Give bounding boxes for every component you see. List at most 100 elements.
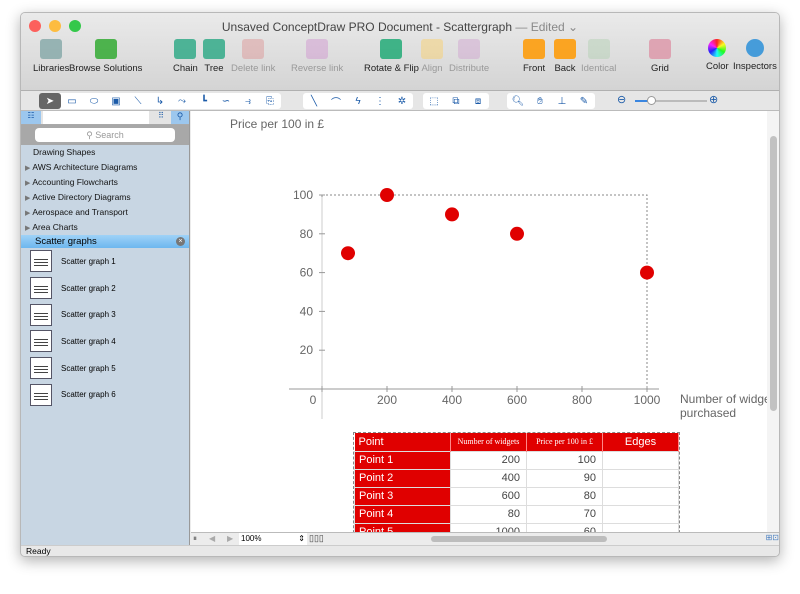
line-tool-icon[interactable]: ╲ [303, 93, 325, 109]
table-header[interactable]: Number of widgets [450, 433, 527, 451]
vertical-scrollbar[interactable] [767, 111, 779, 545]
drawing-canvas[interactable]: Price per 100 in £ Number of widgetspurch… [191, 111, 767, 545]
table-cell[interactable] [602, 450, 679, 470]
identical-button[interactable]: Identical [581, 39, 616, 74]
distribute-button[interactable]: Distribute [449, 39, 489, 74]
library-category[interactable]: ▶ Accounting Flowcharts [21, 175, 189, 190]
table-header[interactable]: Edges [602, 433, 679, 451]
connector-tool-icon[interactable]: ⟍ [127, 93, 149, 109]
rectangle-tool-icon[interactable]: ▭ [61, 93, 83, 109]
freehand-tool-icon[interactable]: ✲ [391, 93, 413, 109]
next-page-icon[interactable]: ▶ [227, 534, 233, 543]
library-item[interactable]: Scatter graph 2 [21, 275, 189, 302]
library-item[interactable]: Scatter graph 3 [21, 301, 189, 328]
library-category[interactable]: ▶ AWS Architecture Diagrams [21, 160, 189, 175]
disclosure-triangle-icon[interactable]: ▶ [25, 165, 30, 172]
table-cell[interactable]: 90 [526, 468, 603, 488]
arc-tool-icon[interactable]: ⌒ [325, 93, 347, 109]
tree-button[interactable]: Tree [203, 39, 225, 74]
table-cell[interactable] [602, 486, 679, 506]
libraries-button[interactable]: Libraries [33, 39, 69, 74]
zoom-select[interactable]: 100% ⇕ [239, 533, 307, 545]
data-point[interactable] [445, 207, 459, 222]
ellipse-tool-icon[interactable]: ⬭ [83, 93, 105, 109]
vertical-scroll-thumb[interactable] [770, 136, 777, 411]
data-point[interactable] [380, 188, 394, 202]
library-search-input[interactable]: ⚲ Search [35, 128, 175, 142]
table-cell[interactable]: 600 [450, 486, 527, 506]
close-library-icon[interactable]: × [176, 237, 185, 246]
tree-view-icon[interactable]: ☷ [21, 111, 41, 124]
library-item[interactable]: Scatter graph 5 [21, 355, 189, 382]
table-cell[interactable]: 100 [526, 450, 603, 470]
back-button[interactable]: Back [554, 39, 576, 74]
bezier-tool-icon[interactable]: ϟ [347, 93, 369, 109]
zoom-slider[interactable] [635, 96, 707, 105]
table-cell[interactable]: Point 1 [354, 450, 451, 470]
table-header[interactable]: Point [354, 433, 451, 451]
arc-connector-icon[interactable]: ↳ [149, 93, 171, 109]
disclosure-triangle-icon[interactable]: ▶ [25, 195, 30, 202]
curved-connector-icon[interactable]: ∽ [215, 93, 237, 109]
chain-button[interactable]: Chain [173, 39, 198, 74]
text-box-tool-icon[interactable]: ▣ [105, 93, 127, 109]
grid-view-icon[interactable]: ⠿ [151, 111, 171, 124]
front-button[interactable]: Front [523, 39, 545, 74]
inspectors-button[interactable]: Inspectors [733, 39, 777, 72]
data-point[interactable] [341, 246, 355, 261]
page-view-icons[interactable]: ▯▯▯ [309, 533, 324, 544]
disclosure-triangle-icon[interactable]: ▶ [25, 210, 30, 217]
data-table[interactable]: Point Number of widgets Price per 100 in £… [353, 432, 680, 543]
polyline-tool-icon[interactable]: ⋮ [369, 93, 391, 109]
library-item[interactable]: Scatter graph 4 [21, 328, 189, 355]
data-point[interactable] [640, 265, 654, 280]
smart-connector-icon[interactable]: ⤳ [171, 93, 193, 109]
table-cell[interactable]: Point 4 [354, 504, 451, 524]
data-point[interactable] [510, 226, 524, 241]
prev-page-icon[interactable]: ◀ [209, 534, 215, 543]
delete-link-button[interactable]: Delete link [231, 39, 275, 74]
grid-button[interactable]: Grid [649, 39, 671, 74]
select-tool-icon[interactable]: ➤ [39, 93, 61, 109]
rotate-flip-button[interactable]: Rotate & Flip [364, 39, 419, 74]
table-cell[interactable]: 70 [526, 504, 603, 524]
orthogonal-connector-icon[interactable]: ┗ [193, 93, 215, 109]
edited-menu[interactable]: — Edited ⌄ [515, 20, 578, 34]
edit-points-icon[interactable]: ⬚ [423, 93, 445, 109]
reverse-link-button[interactable]: Reverse link [291, 39, 343, 74]
table-cell[interactable] [602, 504, 679, 524]
active-library-scatter-graphs[interactable]: Scatter graphs × [21, 235, 189, 248]
zoom-in-icon[interactable]: ⊕ [709, 93, 718, 106]
table-cell[interactable]: 400 [450, 468, 527, 488]
table-cell[interactable]: Point 2 [354, 468, 451, 488]
group-icon[interactable]: ⧉ [445, 93, 467, 109]
table-header[interactable]: Price per 100 in £ [526, 433, 603, 451]
browse-solutions-button[interactable]: Browse Solutions [69, 39, 142, 74]
table-cell[interactable]: 200 [450, 450, 527, 470]
eyedropper-icon[interactable]: ✎ [573, 93, 595, 109]
library-category[interactable]: ▶ Area Charts [21, 220, 189, 235]
round-connector-icon[interactable]: ⥽ [237, 93, 259, 109]
color-button[interactable]: Color [706, 39, 729, 72]
table-cell[interactable] [602, 468, 679, 488]
library-category[interactable]: Drawing Shapes [21, 145, 189, 160]
library-category[interactable]: ▶ Aerospace and Transport [21, 205, 189, 220]
library-dropdown[interactable] [43, 111, 149, 124]
table-cell[interactable]: 80 [450, 504, 527, 524]
align-button[interactable]: Align [421, 39, 443, 74]
fit-page-icon[interactable]: ⊞⊡ [766, 533, 779, 542]
disclosure-triangle-icon[interactable]: ▶ [25, 180, 30, 187]
pause-icon[interactable]: ⏸ [193, 534, 197, 544]
library-item[interactable]: Scatter graph 1 [21, 248, 189, 275]
library-item[interactable]: Scatter graph 6 [21, 381, 189, 408]
insert-icon[interactable]: ⎘ [259, 93, 281, 109]
table-cell[interactable]: 80 [526, 486, 603, 506]
search-toggle-icon[interactable]: ⚲ [171, 111, 189, 124]
library-category[interactable]: ▶ Active Directory Diagrams [21, 190, 189, 205]
disclosure-triangle-icon[interactable]: ▶ [25, 225, 30, 232]
horizontal-scroll-thumb[interactable] [431, 536, 607, 542]
ungroup-icon[interactable]: ⧈ [467, 93, 489, 109]
zoom-tool-icon[interactable]: 🔍︎ [507, 93, 529, 109]
table-cell[interactable]: Point 3 [354, 486, 451, 506]
hand-tool-icon[interactable]: ✋︎ [529, 93, 551, 109]
